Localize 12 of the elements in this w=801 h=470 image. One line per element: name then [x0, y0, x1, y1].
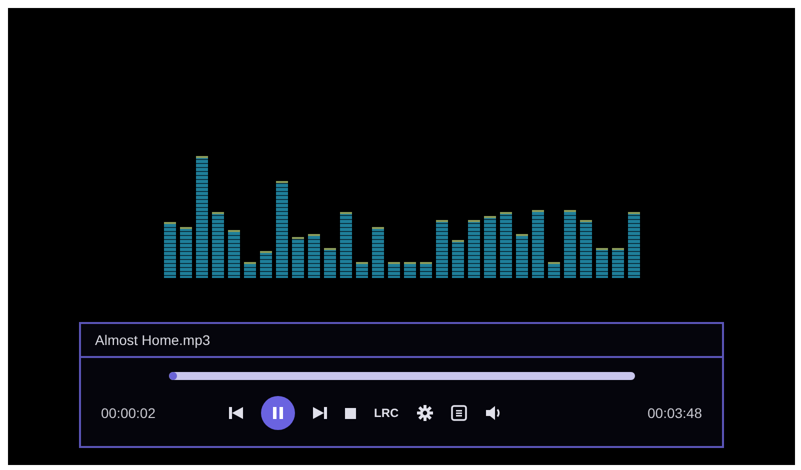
pause-button[interactable]	[261, 396, 295, 430]
stop-icon[interactable]	[345, 408, 356, 418]
next-icon[interactable]	[313, 407, 327, 419]
file-name: Almost Home.mp3	[95, 330, 210, 350]
elapsed-time: 00:00:02	[101, 404, 156, 422]
pause-icon	[273, 407, 283, 419]
previous-icon[interactable]	[229, 407, 243, 419]
settings-icon[interactable]	[416, 405, 433, 421]
list-icon[interactable]	[450, 405, 467, 421]
progress-track[interactable]	[168, 372, 634, 380]
total-duration: 00:03:48	[648, 404, 702, 422]
lyrics-button[interactable]: LRC	[374, 404, 399, 422]
